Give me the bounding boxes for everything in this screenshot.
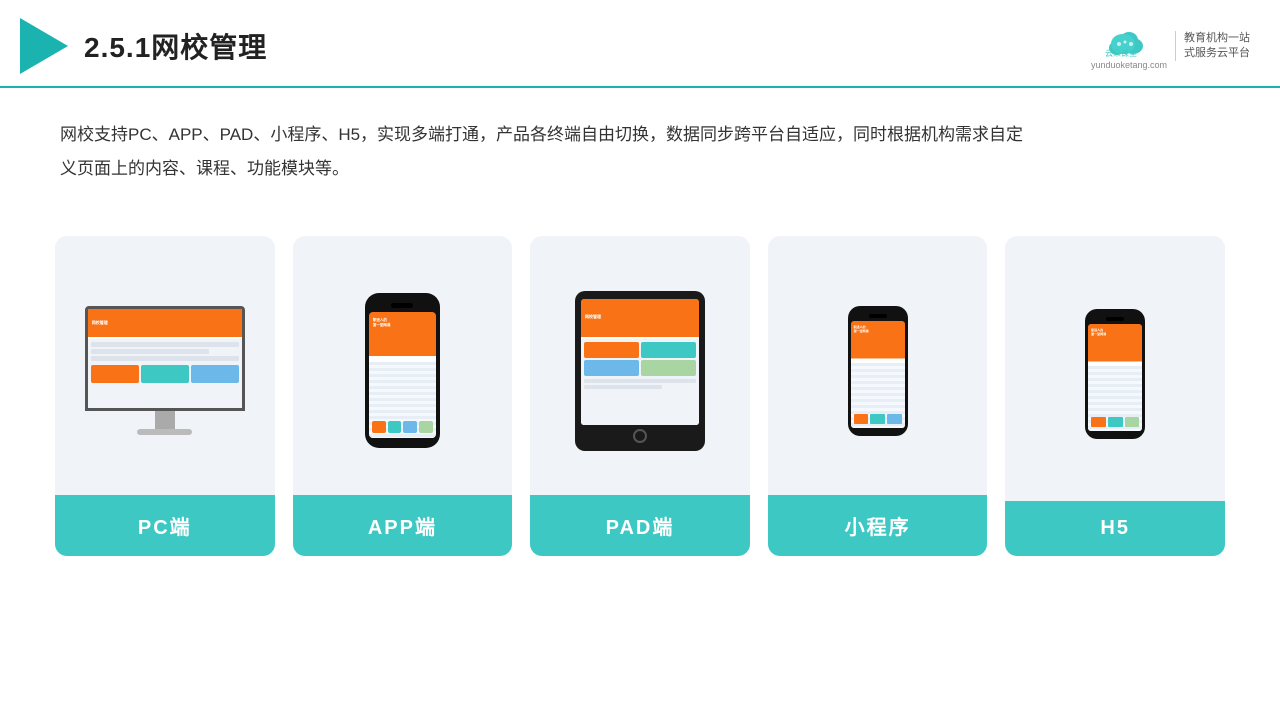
monitor-base [137,429,192,435]
card-pad-label: PAD端 [530,495,750,556]
description-text: 网校支持PC、APP、PAD、小程序、H5，实现多端打通，产品各终端自由切换，数… [0,88,1100,196]
card-pc: 网校管理 [55,236,275,556]
card-h5: 职进人的第一堂网课 H5 [1005,236,1225,556]
card-pc-image: 网校管理 [55,236,275,495]
header-left: 2.5.1网校管理 [20,18,267,74]
phone-mockup-app: 职进人的第一堂网课 [365,293,440,448]
pc-monitor-mockup: 网校管理 [85,306,245,435]
cloud-logo-svg: 云朵课堂 [1101,22,1157,58]
card-miniprogram-image: 职进人的第一堂网课 [768,236,988,495]
card-h5-label: H5 [1005,501,1225,556]
card-pad-image: 网校管理 [530,236,750,495]
mini-phone-h5-screen: 职进人的第一堂网课 [1088,324,1142,431]
screen-content: 职进人的第一堂网课 [369,312,436,315]
logo-cloud: 云朵课堂 yunduoketang.com [1091,22,1167,70]
mini-phone-notch [869,314,887,318]
page-title: 2.5.1网校管理 [84,26,267,66]
phone-screen: 职进人的第一堂网课 [369,312,436,438]
card-app-label: APP端 [293,495,513,556]
tablet-screen: 网校管理 [581,299,699,425]
monitor-screen-inner: 网校管理 [88,309,242,408]
logo-url: yunduoketang.com [1091,60,1167,70]
logo-slogan: 教育机构一站 式服务云平台 [1175,31,1250,62]
header: 2.5.1网校管理 云朵课堂 yunduoketang.com 教育机构一 [0,0,1280,88]
monitor-stand [155,411,175,429]
cards-container: 网校管理 [0,206,1280,586]
tablet-mockup: 网校管理 [575,291,705,451]
svg-text:云朵课堂: 云朵课堂 [1105,48,1137,58]
card-pad: 网校管理 PAD端 [530,236,750,556]
card-h5-image: 职进人的第一堂网课 [1005,236,1225,501]
banner-text: 职进人的第一堂网课 [373,318,432,328]
screen-blocks [372,421,433,433]
card-pc-label: PC端 [55,495,275,556]
card-app-image: 职进人的第一堂网课 [293,236,513,495]
mini-phone-screen: 职进人的第一堂网课 [851,321,905,428]
monitor-screen: 网校管理 [85,306,245,411]
phone-notch [391,303,413,308]
card-miniprogram: 职进人的第一堂网课 小程序 [768,236,988,556]
card-miniprogram-label: 小程序 [768,495,988,556]
mini-phone-h5-notch [1106,317,1124,321]
mini-phone-mockup: 职进人的第一堂网课 [848,306,908,436]
play-icon [20,18,68,74]
card-app: 职进人的第一堂网课 APP端 [293,236,513,556]
logo-area: 云朵课堂 yunduoketang.com 教育机构一站 式服务云平台 [1091,22,1250,70]
tablet-home-button [633,429,647,443]
mini-phone-h5-mockup: 职进人的第一堂网课 [1085,309,1145,439]
